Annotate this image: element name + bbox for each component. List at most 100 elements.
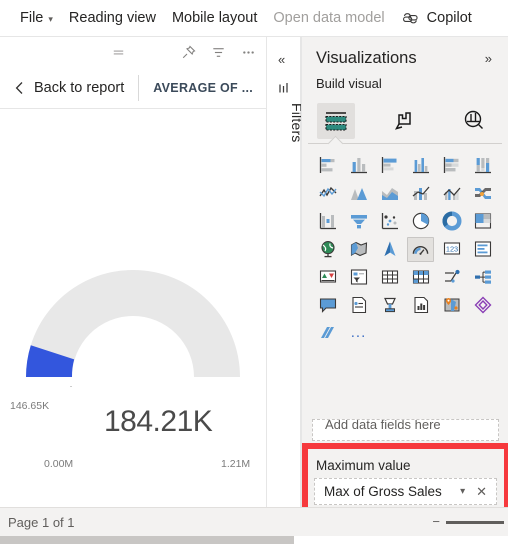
visual-type-gallery: 123 ... [302, 144, 508, 347]
visual-header-toolbar [0, 37, 266, 67]
filters-pane-collapsed[interactable]: « Filters [266, 37, 305, 507]
close-icon[interactable]: ✕ [474, 484, 489, 500]
field-chip-name: Max of Gross Sales [324, 484, 442, 499]
maximum-value-field-chip[interactable]: Max of Gross Sales ▾ ✕ [314, 478, 497, 505]
q-and-a-icon[interactable] [312, 291, 343, 319]
line-chart-icon[interactable] [312, 179, 343, 207]
line-stacked-column-chart-icon[interactable] [405, 179, 436, 207]
canvas-horizontal-scrollbar[interactable] [0, 535, 294, 544]
gallery-row [312, 291, 500, 319]
map-icon[interactable] [312, 235, 343, 263]
key-influencers-icon[interactable] [374, 291, 405, 319]
drag-handle-icon[interactable] [110, 44, 127, 61]
filters-pane-label: Filters [289, 103, 305, 143]
menu-item-file-label: File [20, 10, 44, 26]
scrollbar-thumb[interactable] [0, 535, 294, 544]
menu-item-open-data-model[interactable]: Open data model [265, 0, 392, 37]
gauge-visual[interactable]: 184.21K 146.65K 0.00M 1.21M [0, 109, 266, 507]
toolbar-divider [138, 74, 140, 101]
line-clustered-column-chart-icon[interactable] [436, 179, 467, 207]
maximum-value-highlight-box: Maximum value Max of Gross Sales ▾ ✕ [302, 443, 508, 507]
smart-narrative-icon[interactable] [343, 291, 374, 319]
funnel-chart-icon[interactable] [343, 207, 374, 235]
visualizations-title: Visualizations [316, 49, 417, 67]
power-automate-icon[interactable] [312, 319, 343, 347]
visual-pane-tabs [302, 95, 508, 143]
report-canvas[interactable]: 184.21K 146.65K 0.00M 1.21M [0, 109, 266, 507]
maximum-value-label: Maximum value [316, 458, 411, 473]
menu-item-copilot[interactable]: Copilot [393, 0, 480, 37]
zoom-out-button[interactable]: − [432, 515, 440, 528]
report-navigation-bar: Back to report AVERAGE OF ... [0, 67, 266, 109]
visual-title: AVERAGE OF ... [153, 80, 254, 95]
paintbrush-icon [386, 103, 424, 139]
stacked-area-chart-icon[interactable] [374, 179, 405, 207]
zoom-slider[interactable] [446, 520, 504, 524]
visualizations-pane: Visualizations » Build visual 123 ... Ad… [301, 37, 508, 507]
gauge-icon-selected [407, 236, 434, 262]
donut-chart-icon[interactable] [436, 207, 467, 235]
r-script-visual-icon[interactable] [436, 263, 467, 291]
value-well-placeholder: Add data fields here [325, 419, 441, 432]
value-well-dropzone[interactable]: Add data fields here [312, 419, 499, 441]
visualizations-header: Visualizations » [302, 37, 508, 68]
back-to-report-button[interactable]: Back to report [0, 80, 124, 96]
card-icon[interactable]: 123 [436, 235, 467, 263]
decomposition-tree-icon[interactable] [467, 263, 498, 291]
chevron-down-icon: ▾ [48, 13, 53, 24]
menu-item-copilot-label: Copilot [426, 10, 472, 26]
ribbon-chart-icon[interactable] [467, 179, 498, 207]
pin-icon[interactable] [180, 44, 197, 61]
more-options-icon[interactable] [240, 44, 257, 61]
table-icon[interactable] [374, 263, 405, 291]
slicer-icon[interactable] [343, 263, 374, 291]
filter-bars-icon [277, 81, 292, 96]
waterfall-chart-icon[interactable] [312, 207, 343, 235]
copilot-icon [401, 9, 420, 28]
kpi-icon[interactable] [312, 263, 343, 291]
gallery-row [312, 263, 500, 291]
treemap-icon[interactable] [467, 207, 498, 235]
paginated-report-icon[interactable] [405, 291, 436, 319]
gauge-arc-graphic [26, 270, 240, 387]
menu-item-mobile-layout[interactable]: Mobile layout [164, 0, 265, 37]
scatter-chart-icon[interactable] [374, 207, 405, 235]
gallery-row: 123 [312, 235, 500, 263]
tabs-underline [308, 143, 502, 144]
build-visual-label: Build visual [316, 76, 382, 91]
menu-item-reading-view[interactable]: Reading view [61, 0, 164, 37]
svg-text:123: 123 [445, 244, 457, 253]
area-chart-icon[interactable] [343, 179, 374, 207]
power-apps-icon[interactable] [467, 291, 498, 319]
stacked-bar-chart-icon[interactable] [312, 151, 343, 179]
analytics-tab[interactable] [439, 99, 508, 143]
double-chevron-left-icon[interactable]: « [278, 52, 285, 67]
azure-map-icon[interactable] [374, 235, 405, 263]
more-visuals-label: ... [350, 324, 367, 341]
matrix-icon[interactable] [405, 263, 436, 291]
chevron-down-icon[interactable]: ▾ [457, 486, 468, 497]
multi-row-card-icon[interactable] [467, 235, 498, 263]
gallery-row: ... [312, 319, 500, 347]
stacked-column-chart-icon[interactable] [343, 151, 374, 179]
gallery-row [312, 207, 500, 235]
gauge-icon[interactable] [405, 235, 436, 263]
format-visual-tab[interactable] [371, 99, 440, 143]
gallery-row [312, 179, 500, 207]
menu-item-file[interactable]: File ▾ [12, 0, 61, 37]
filter-icon[interactable] [210, 44, 227, 61]
filled-map-icon[interactable] [343, 235, 374, 263]
100-percent-stacked-column-chart-icon[interactable] [467, 151, 498, 179]
menu-item-reading-view-label: Reading view [68, 10, 156, 26]
pie-chart-icon[interactable] [405, 207, 436, 235]
zoom-control[interactable]: − [432, 515, 508, 528]
gauge-target-label: 146.65K [10, 400, 50, 412]
100-percent-stacked-bar-chart-icon[interactable] [436, 151, 467, 179]
double-chevron-right-icon[interactable]: » [481, 49, 496, 68]
more-visuals-icon[interactable]: ... [343, 319, 374, 347]
clustered-column-chart-icon[interactable] [405, 151, 436, 179]
page-indicator: Page 1 of 1 [8, 514, 75, 530]
status-bar: Page 1 of 1 − [0, 507, 508, 536]
arcgis-map-icon[interactable] [436, 291, 467, 319]
clustered-bar-chart-icon[interactable] [374, 151, 405, 179]
